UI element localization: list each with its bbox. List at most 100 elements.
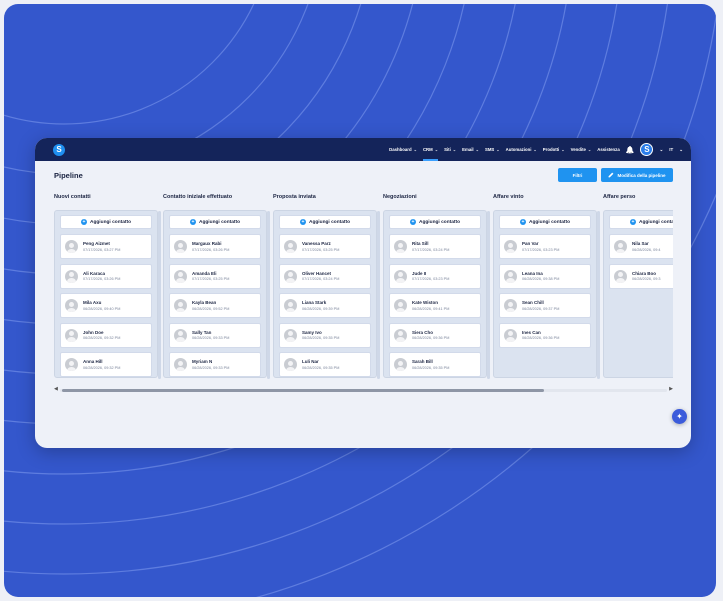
- page-title: Pipeline: [54, 171, 83, 180]
- scroll-left-icon[interactable]: ◀: [54, 386, 58, 392]
- contact-date: 06/28/2026, 09:36 PM: [522, 336, 560, 341]
- avatar-placeholder-icon: [504, 299, 517, 312]
- contact-card[interactable]: Ines Can 06/28/2026, 09:36 PM: [499, 322, 591, 348]
- contact-date: 06/28/2026, 09:37 PM: [522, 306, 560, 311]
- contact-date: 06/28/2026, 09:40 PM: [83, 306, 121, 311]
- contact-info: Jude II 07/17/2026, 03:23 PM: [412, 271, 449, 282]
- contact-name: Oliver Hancet: [302, 270, 332, 276]
- add-contact-button[interactable]: +Aggiungi contatto: [609, 215, 673, 229]
- top-navbar: S Dashboard ⌄ CRM ⌄ Siti ⌄ Email ⌄ SMS ⌄ Automazio…: [35, 138, 691, 161]
- contact-info: Myriam N 06/28/2026, 09:33 PM: [192, 359, 229, 370]
- horizontal-scrollbar[interactable]: ◀ ▶: [54, 386, 673, 393]
- contact-card[interactable]: Amanda Eli 07/17/2026, 03:25 PM: [169, 263, 261, 289]
- contact-info: Kate Wiston 06/28/2026, 09:41 PM: [412, 300, 449, 311]
- avatar-placeholder-icon: [504, 328, 517, 342]
- contact-card[interactable]: Peng Aizmet 07/17/2026, 03:27 PM: [60, 234, 152, 259]
- language-selector[interactable]: IT: [669, 147, 673, 152]
- avatar-placeholder-icon: [65, 299, 78, 312]
- avatar-placeholder-icon: [65, 358, 78, 371]
- nav-item-vendite[interactable]: Vendite ⌄: [571, 138, 592, 161]
- contact-name: Luli Nar: [302, 359, 319, 365]
- contact-card[interactable]: Nila Sar 06/28/2026, 09:4: [609, 234, 673, 259]
- contact-info: Oliver Hancet 07/17/2026, 03:24 PM: [302, 271, 339, 282]
- bell-icon[interactable]: 🔔: [626, 146, 635, 154]
- contact-date: 06/28/2026, 09:35 PM: [302, 365, 340, 370]
- nav-item-sms[interactable]: SMS ⌄: [485, 138, 500, 161]
- contact-card[interactable]: Jude II 07/17/2026, 03:23 PM: [389, 263, 481, 289]
- nav-item-email[interactable]: Email ⌄: [462, 138, 479, 161]
- user-avatar[interactable]: S: [640, 143, 654, 156]
- plus-icon: +: [189, 219, 196, 225]
- column-title: Contatto iniziale effettuato: [163, 194, 233, 200]
- contact-card[interactable]: Chiara Boo 06/28/2026, 09:3: [609, 263, 673, 289]
- contact-name: Sean Chill: [522, 300, 544, 306]
- contact-card[interactable]: Ali Karaca 07/17/2026, 03:26 PM: [60, 263, 152, 289]
- avatar-placeholder-icon: [394, 328, 407, 342]
- column-body: + Aggiungi contatto Peng Aizmet 07/17/2026,…: [54, 210, 161, 379]
- filter-button[interactable]: Filtri: [558, 168, 597, 182]
- contact-card[interactable]: Leana Ina 06/28/2026, 09:38 PM: [499, 263, 591, 289]
- edit-pipeline-button[interactable]: Modifica della pipeline: [601, 168, 673, 182]
- add-contact-label: Aggiungi contatto: [198, 219, 241, 225]
- contact-card[interactable]: Kate Wiston 06/28/2026, 09:41 PM: [389, 293, 481, 318]
- chevron-down-icon[interactable]: ⌄: [659, 147, 663, 153]
- contact-card[interactable]: Vanessa Parz 07/17/2026, 03:25 PM: [279, 234, 371, 259]
- contact-name: Chiara Boo: [632, 270, 657, 276]
- contact-name: Kate Wiston: [412, 300, 438, 306]
- contact-card[interactable]: Sally Tan 06/28/2026, 09:33 PM: [169, 322, 261, 348]
- nav-item-label: Email: [462, 147, 474, 152]
- contact-card[interactable]: Sean Chill 06/28/2026, 09:37 PM: [499, 293, 591, 318]
- scroll-right-icon[interactable]: ▶: [669, 386, 673, 392]
- avatar-placeholder-icon: [174, 358, 187, 371]
- avatar-placeholder-icon: [174, 269, 187, 283]
- contact-card[interactable]: Liana Stark 06/28/2026, 09:39 PM: [279, 293, 371, 318]
- avatar-placeholder-icon: [614, 269, 627, 283]
- contact-card[interactable]: Pan Var 07/17/2026, 03:23 PM: [499, 234, 591, 259]
- pipeline-column: Contatto iniziale effettuato + Aggiungi co…: [163, 191, 270, 379]
- contact-date: 06/28/2026, 09:3: [632, 277, 661, 282]
- chevron-down-icon[interactable]: ⌄: [679, 147, 683, 153]
- nav-item-label: Assistenza: [597, 147, 620, 152]
- chevron-down-icon: ⌄: [413, 147, 417, 152]
- contact-name: Amanda Eli: [192, 270, 217, 276]
- contact-name: Mila Axu: [83, 300, 102, 306]
- contact-card[interactable]: Rita Sill 07/17/2026, 03:24 PM: [389, 234, 481, 259]
- avatar-placeholder-icon: [284, 240, 297, 253]
- nav-item-crm[interactable]: CRM ⌄: [422, 138, 439, 161]
- contact-card[interactable]: Myriam N 06/28/2026, 09:33 PM: [169, 352, 261, 377]
- chevron-down-icon: ⌄: [533, 147, 537, 152]
- contact-info: Pan Var 07/17/2026, 03:23 PM: [522, 241, 559, 252]
- contact-card[interactable]: Siera Cho 06/28/2026, 09:36 PM: [389, 322, 481, 348]
- contact-card[interactable]: Margaux Rabi 07/17/2026, 03:26 PM: [169, 234, 261, 259]
- ai-assistant-button[interactable]: ✦: [672, 409, 687, 424]
- scrollbar-thumb[interactable]: [62, 388, 544, 392]
- contact-date: 06/28/2026, 09:41 PM: [412, 306, 450, 311]
- add-contact-button[interactable]: +Aggiungi contatto: [60, 215, 152, 229]
- nav-item-label: Siti: [444, 147, 451, 152]
- contact-card[interactable]: Mila Axu 06/28/2026, 09:40 PM: [60, 293, 152, 318]
- contact-info: Mila Axu 06/28/2026, 09:40 PM: [83, 300, 120, 311]
- add-contact-button[interactable]: +Aggiungi contatto: [279, 215, 371, 229]
- chevron-down-icon: ⌄: [561, 147, 565, 152]
- avatar-placeholder-icon: [65, 240, 78, 253]
- add-contact-button[interactable]: +Aggiungi contatto: [499, 215, 591, 229]
- add-contact-button[interactable]: +Aggiungi contatto: [169, 215, 261, 229]
- avatar-placeholder-icon: [394, 240, 407, 253]
- pipeline-column: Nuovi contatti + Aggiungi contatto Peng Aiz…: [54, 191, 161, 379]
- add-contact-button[interactable]: +Aggiungi contatto: [389, 215, 481, 229]
- app-logo[interactable]: S: [53, 143, 65, 156]
- contact-card[interactable]: John Doe 06/28/2026, 09:32 PM: [60, 322, 152, 348]
- pipeline-column: Affare vinto + Aggiungi contatto Pan Var 07/…: [493, 191, 600, 379]
- contact-card[interactable]: Sarah Bill 06/28/2026, 09:35 PM: [389, 352, 481, 377]
- nav-item-automazioni[interactable]: Automazioni ⌄: [506, 138, 537, 161]
- contact-card[interactable]: Samy Ivo 06/28/2026, 09:35 PM: [279, 322, 371, 348]
- contact-card[interactable]: Kayla Bean 06/28/2026, 09:52 PM: [169, 293, 261, 318]
- contact-info: Margaux Rabi 07/17/2026, 03:26 PM: [192, 241, 229, 252]
- contact-card[interactable]: Anna Hill 06/28/2026, 09:32 PM: [60, 352, 152, 377]
- nav-item-prodotti[interactable]: Prodotti ⌄: [543, 138, 565, 161]
- nav-item-help[interactable]: Assistenza: [597, 138, 619, 161]
- contact-card[interactable]: Luli Nar 06/28/2026, 09:35 PM: [279, 352, 371, 377]
- nav-item-siti[interactable]: Siti ⌄: [444, 138, 456, 161]
- contact-card[interactable]: Oliver Hancet 07/17/2026, 03:24 PM: [279, 263, 371, 289]
- nav-item-dashboard[interactable]: Dashboard ⌄: [389, 138, 417, 161]
